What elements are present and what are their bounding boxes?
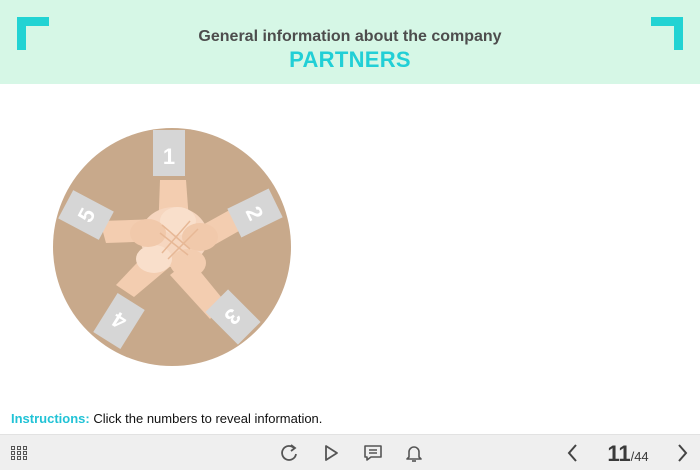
player-toolbar: 11/44	[0, 434, 700, 470]
prev-icon[interactable]	[562, 442, 584, 464]
next-icon[interactable]	[671, 442, 693, 464]
partners-illustration: 1 2 3 4 5	[50, 125, 294, 369]
play-icon[interactable]	[320, 442, 342, 464]
instructions-body: Click the numbers to reveal information.	[93, 411, 323, 426]
page-counter: 11/44	[600, 441, 656, 467]
hands-circle-icon: 1 2 3 4 5	[53, 128, 291, 366]
instructions-text: Instructions: Click the numbers to revea…	[11, 411, 322, 426]
notes-icon[interactable]	[362, 442, 384, 464]
number-tab-1[interactable]: 1	[153, 130, 185, 176]
grid-menu-icon[interactable]	[8, 442, 30, 464]
replay-icon[interactable]	[278, 442, 300, 464]
bell-icon[interactable]	[403, 442, 425, 464]
instructions-label: Instructions:	[11, 411, 90, 426]
number-1-label: 1	[163, 144, 175, 169]
page-total: /44	[630, 449, 649, 464]
page-title: PARTNERS	[289, 47, 411, 72]
page-subtitle: General information about the company	[198, 28, 502, 45]
header-banner: General information about the company PA…	[0, 0, 700, 84]
page-current: 11	[607, 441, 631, 466]
